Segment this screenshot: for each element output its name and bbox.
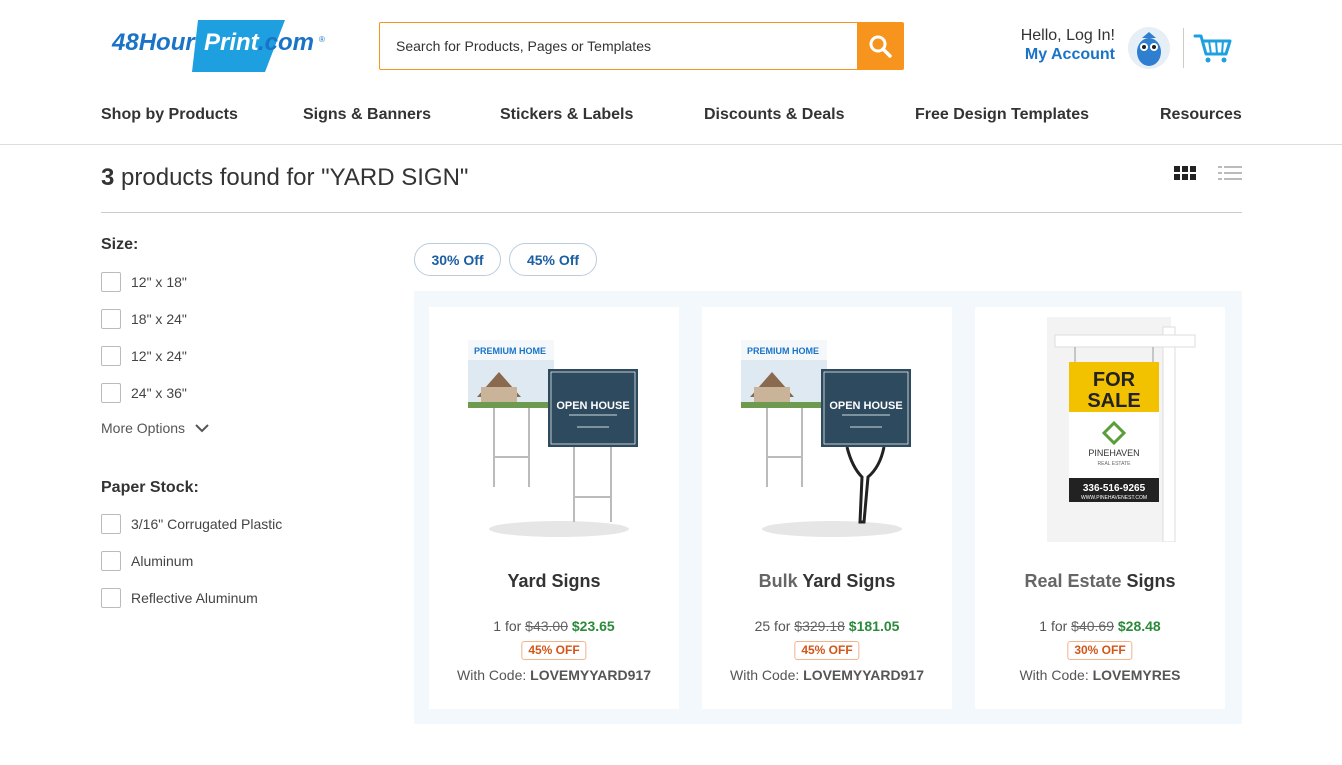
checkbox[interactable] bbox=[101, 588, 121, 608]
svg-text:FOR: FOR bbox=[1093, 369, 1136, 391]
size-option-12x18[interactable]: 12" x 18" bbox=[101, 272, 187, 292]
size-option-12x24[interactable]: 12" x 24" bbox=[101, 346, 187, 366]
product-price: 1 for $43.00 $23.65 bbox=[493, 618, 615, 634]
svg-text:.com: .com bbox=[258, 29, 314, 56]
list-view-icon bbox=[1218, 166, 1242, 180]
product-card-yard-signs[interactable]: PREMIUM HOME OPEN HOUSE Yard Signs 1 for… bbox=[429, 307, 679, 709]
bulk-yard-sign-image: PREMIUM HOME OPEN HOUSE bbox=[722, 317, 932, 542]
avatar[interactable] bbox=[1128, 27, 1170, 69]
site-logo[interactable]: 48Hour Print .com ® bbox=[110, 18, 330, 74]
product-card-real-estate-signs[interactable]: FOR SALE PINEHAVEN REAL ESTATE 336-516-9… bbox=[975, 307, 1225, 709]
results-divider bbox=[101, 212, 1242, 213]
svg-text:®: ® bbox=[319, 35, 325, 44]
product-card-bulk-yard-signs[interactable]: PREMIUM HOME OPEN HOUSE Bulk Yard Signs … bbox=[702, 307, 952, 709]
svg-text:REAL ESTATE: REAL ESTATE bbox=[1098, 461, 1132, 467]
grid-view-button[interactable] bbox=[1174, 164, 1198, 182]
search-button[interactable] bbox=[857, 23, 903, 69]
stock-option-corrugated[interactable]: 3/16" Corrugated Plastic bbox=[101, 514, 282, 534]
nav-shop-by-products[interactable]: Shop by Products bbox=[101, 106, 238, 124]
checkbox[interactable] bbox=[101, 383, 121, 403]
paper-stock-filter-title: Paper Stock: bbox=[101, 479, 199, 496]
old-price: $43.00 bbox=[525, 618, 568, 634]
results-heading: 3 products found for "YARD SIGN" bbox=[101, 164, 468, 192]
checkbox[interactable] bbox=[101, 514, 121, 534]
new-price: $28.48 bbox=[1117, 618, 1161, 634]
chip-30-off[interactable]: 30% Off bbox=[414, 243, 501, 276]
svg-text:336-516-9265: 336-516-9265 bbox=[1083, 483, 1146, 494]
checkbox[interactable] bbox=[101, 346, 121, 366]
account-area: Hello, Log In! My Account bbox=[990, 27, 1115, 64]
search-icon bbox=[869, 35, 892, 58]
nav-free-design-templates[interactable]: Free Design Templates bbox=[915, 106, 1089, 124]
svg-text:PREMIUM HOME: PREMIUM HOME bbox=[747, 346, 819, 356]
stock-option-aluminum[interactable]: Aluminum bbox=[101, 551, 193, 571]
nav-resources[interactable]: Resources bbox=[1160, 106, 1242, 124]
stock-option-reflective[interactable]: Reflective Aluminum bbox=[101, 588, 258, 608]
main-nav: Shop by Products Signs & Banners Sticker… bbox=[0, 106, 1342, 130]
svg-text:OPEN HOUSE: OPEN HOUSE bbox=[829, 400, 902, 412]
svg-text:PREMIUM HOME: PREMIUM HOME bbox=[474, 346, 546, 356]
header-divider bbox=[1183, 28, 1184, 68]
real-estate-sign-image: FOR SALE PINEHAVEN REAL ESTATE 336-516-9… bbox=[995, 317, 1205, 543]
checkbox[interactable] bbox=[101, 551, 121, 571]
product-name[interactable]: Real Estate Signs bbox=[975, 571, 1225, 592]
nav-discounts-deals[interactable]: Discounts & Deals bbox=[704, 106, 844, 124]
product-price: 1 for $40.69 $28.48 bbox=[1039, 618, 1161, 634]
new-price: $181.05 bbox=[848, 618, 900, 634]
size-option-24x36[interactable]: 24" x 36" bbox=[101, 383, 187, 403]
product-price: 25 for $329.18 $181.05 bbox=[754, 618, 900, 634]
logo-text: 48Hour bbox=[111, 29, 196, 56]
list-view-button[interactable] bbox=[1218, 164, 1242, 182]
search-bar bbox=[379, 22, 904, 70]
discount-badge: 30% OFF bbox=[1067, 641, 1133, 660]
old-price: $329.18 bbox=[794, 618, 845, 634]
cart-icon bbox=[1193, 34, 1232, 63]
nav-divider bbox=[0, 144, 1342, 145]
search-input[interactable] bbox=[380, 23, 857, 69]
chip-45-off[interactable]: 45% Off bbox=[509, 243, 597, 276]
results-count: 3 bbox=[101, 164, 115, 191]
svg-text:SALE: SALE bbox=[1087, 390, 1140, 412]
product-name[interactable]: Yard Signs bbox=[429, 571, 679, 592]
svg-text:OPEN HOUSE: OPEN HOUSE bbox=[556, 400, 629, 412]
promo-code: With Code: LOVEMYYARD917 bbox=[457, 667, 651, 683]
nav-stickers-labels[interactable]: Stickers & Labels bbox=[500, 106, 633, 124]
grid-view-icon bbox=[1174, 166, 1196, 180]
promo-code: With Code: LOVEMYYARD917 bbox=[730, 667, 924, 683]
svg-text:PINEHAVEN: PINEHAVEN bbox=[1088, 448, 1139, 458]
product-name[interactable]: Bulk Yard Signs bbox=[702, 571, 952, 592]
my-account-link[interactable]: My Account bbox=[990, 46, 1115, 64]
results-text: products found for "YARD SIGN" bbox=[114, 164, 469, 191]
checkbox[interactable] bbox=[101, 272, 121, 292]
svg-text:Print: Print bbox=[204, 29, 260, 56]
discount-badge: 45% OFF bbox=[521, 641, 587, 660]
yard-sign-image: PREMIUM HOME OPEN HOUSE bbox=[449, 317, 659, 542]
cart-button[interactable] bbox=[1193, 32, 1233, 64]
promo-code: With Code: LOVEMYRES bbox=[1019, 667, 1181, 683]
svg-text:WWW.PINEHAVENEST.COM: WWW.PINEHAVENEST.COM bbox=[1081, 495, 1147, 501]
old-price: $40.69 bbox=[1071, 618, 1114, 634]
discount-badge: 45% OFF bbox=[794, 641, 860, 660]
greeting-text: Hello, Log In! bbox=[1020, 27, 1115, 44]
mascot-icon bbox=[1128, 27, 1170, 69]
chevron-down-icon bbox=[195, 423, 209, 432]
nav-signs-banners[interactable]: Signs & Banners bbox=[303, 106, 431, 124]
size-filter-title: Size: bbox=[101, 236, 139, 253]
size-option-18x24[interactable]: 18" x 24" bbox=[101, 309, 187, 329]
new-price: $23.65 bbox=[571, 618, 615, 634]
more-options-toggle[interactable]: More Options bbox=[101, 420, 209, 436]
checkbox[interactable] bbox=[101, 309, 121, 329]
